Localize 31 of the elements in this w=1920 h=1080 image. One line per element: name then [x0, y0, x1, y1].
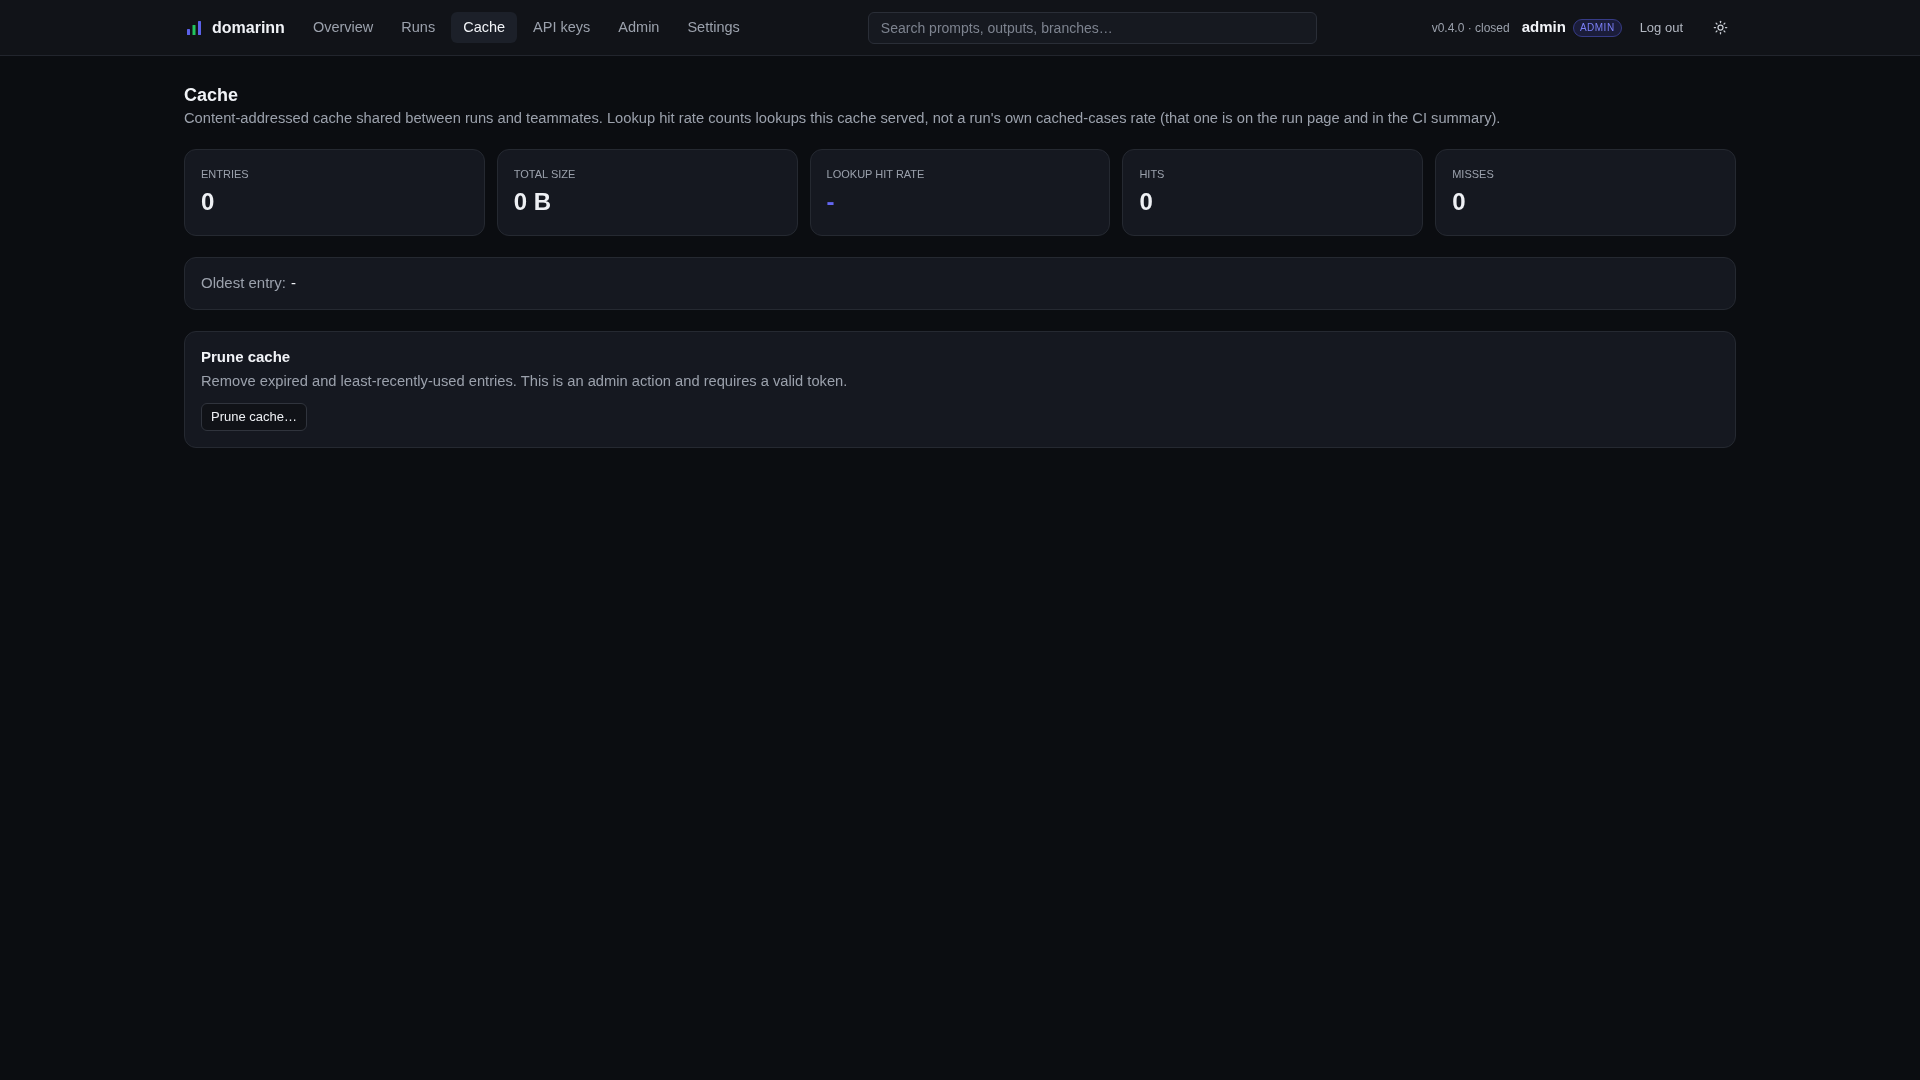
nav-tab[interactable]: Settings [675, 12, 752, 43]
stat-value: - [826, 187, 836, 217]
sun-icon [1713, 20, 1728, 35]
prune-description: Remove expired and least-recently-used entries. This is an admin action and requires a valid token. [201, 372, 849, 391]
app-name: domarinn [212, 17, 285, 38]
stat-label: MISSES [1452, 167, 1495, 182]
stat-label: ENTRIES [201, 167, 250, 182]
user-name: admin [1521, 17, 1566, 38]
stat-value: 0 [1452, 187, 1467, 217]
stat-value: 0 [201, 187, 216, 217]
search-field[interactable]: Search prompts, outputs, branches… [867, 11, 1317, 44]
page-title: Cache [184, 84, 240, 107]
oldest-entry-value: - [291, 273, 297, 294]
page-description: Content-addressed cache shared between runs and teammates. Lookup hit rate counts lookups this cache served, not a run's own cached-cases rate (that one is on the run page and in the CI summary). [184, 109, 1502, 128]
stat-label: LOOKUP HIT RATE [826, 167, 926, 182]
nav-tab[interactable]: Runs [389, 12, 448, 43]
prune-button[interactable]: Prune cache… [201, 403, 307, 431]
prune-title: Prune cache [201, 347, 292, 367]
stat-label: HITS [1139, 167, 1166, 182]
oldest-entry-label: Oldest entry: [201, 273, 287, 294]
nav-tab[interactable]: Overview [300, 12, 386, 43]
nav-tab[interactable]: API keys [521, 12, 603, 43]
role-badge: ADMIN [1572, 18, 1622, 37]
nav-tab[interactable]: Cache [451, 12, 518, 43]
stat-value: 0 B [513, 187, 553, 217]
nav-tab[interactable]: Admin [606, 12, 672, 43]
version-status: v0.4.0 · closed [1431, 19, 1510, 37]
stat-value: 0 [1139, 187, 1154, 217]
logout-link[interactable]: Log out [1633, 13, 1689, 42]
bar-chart-logo-icon [186, 19, 202, 36]
stat-label: TOTAL SIZE [513, 167, 577, 182]
